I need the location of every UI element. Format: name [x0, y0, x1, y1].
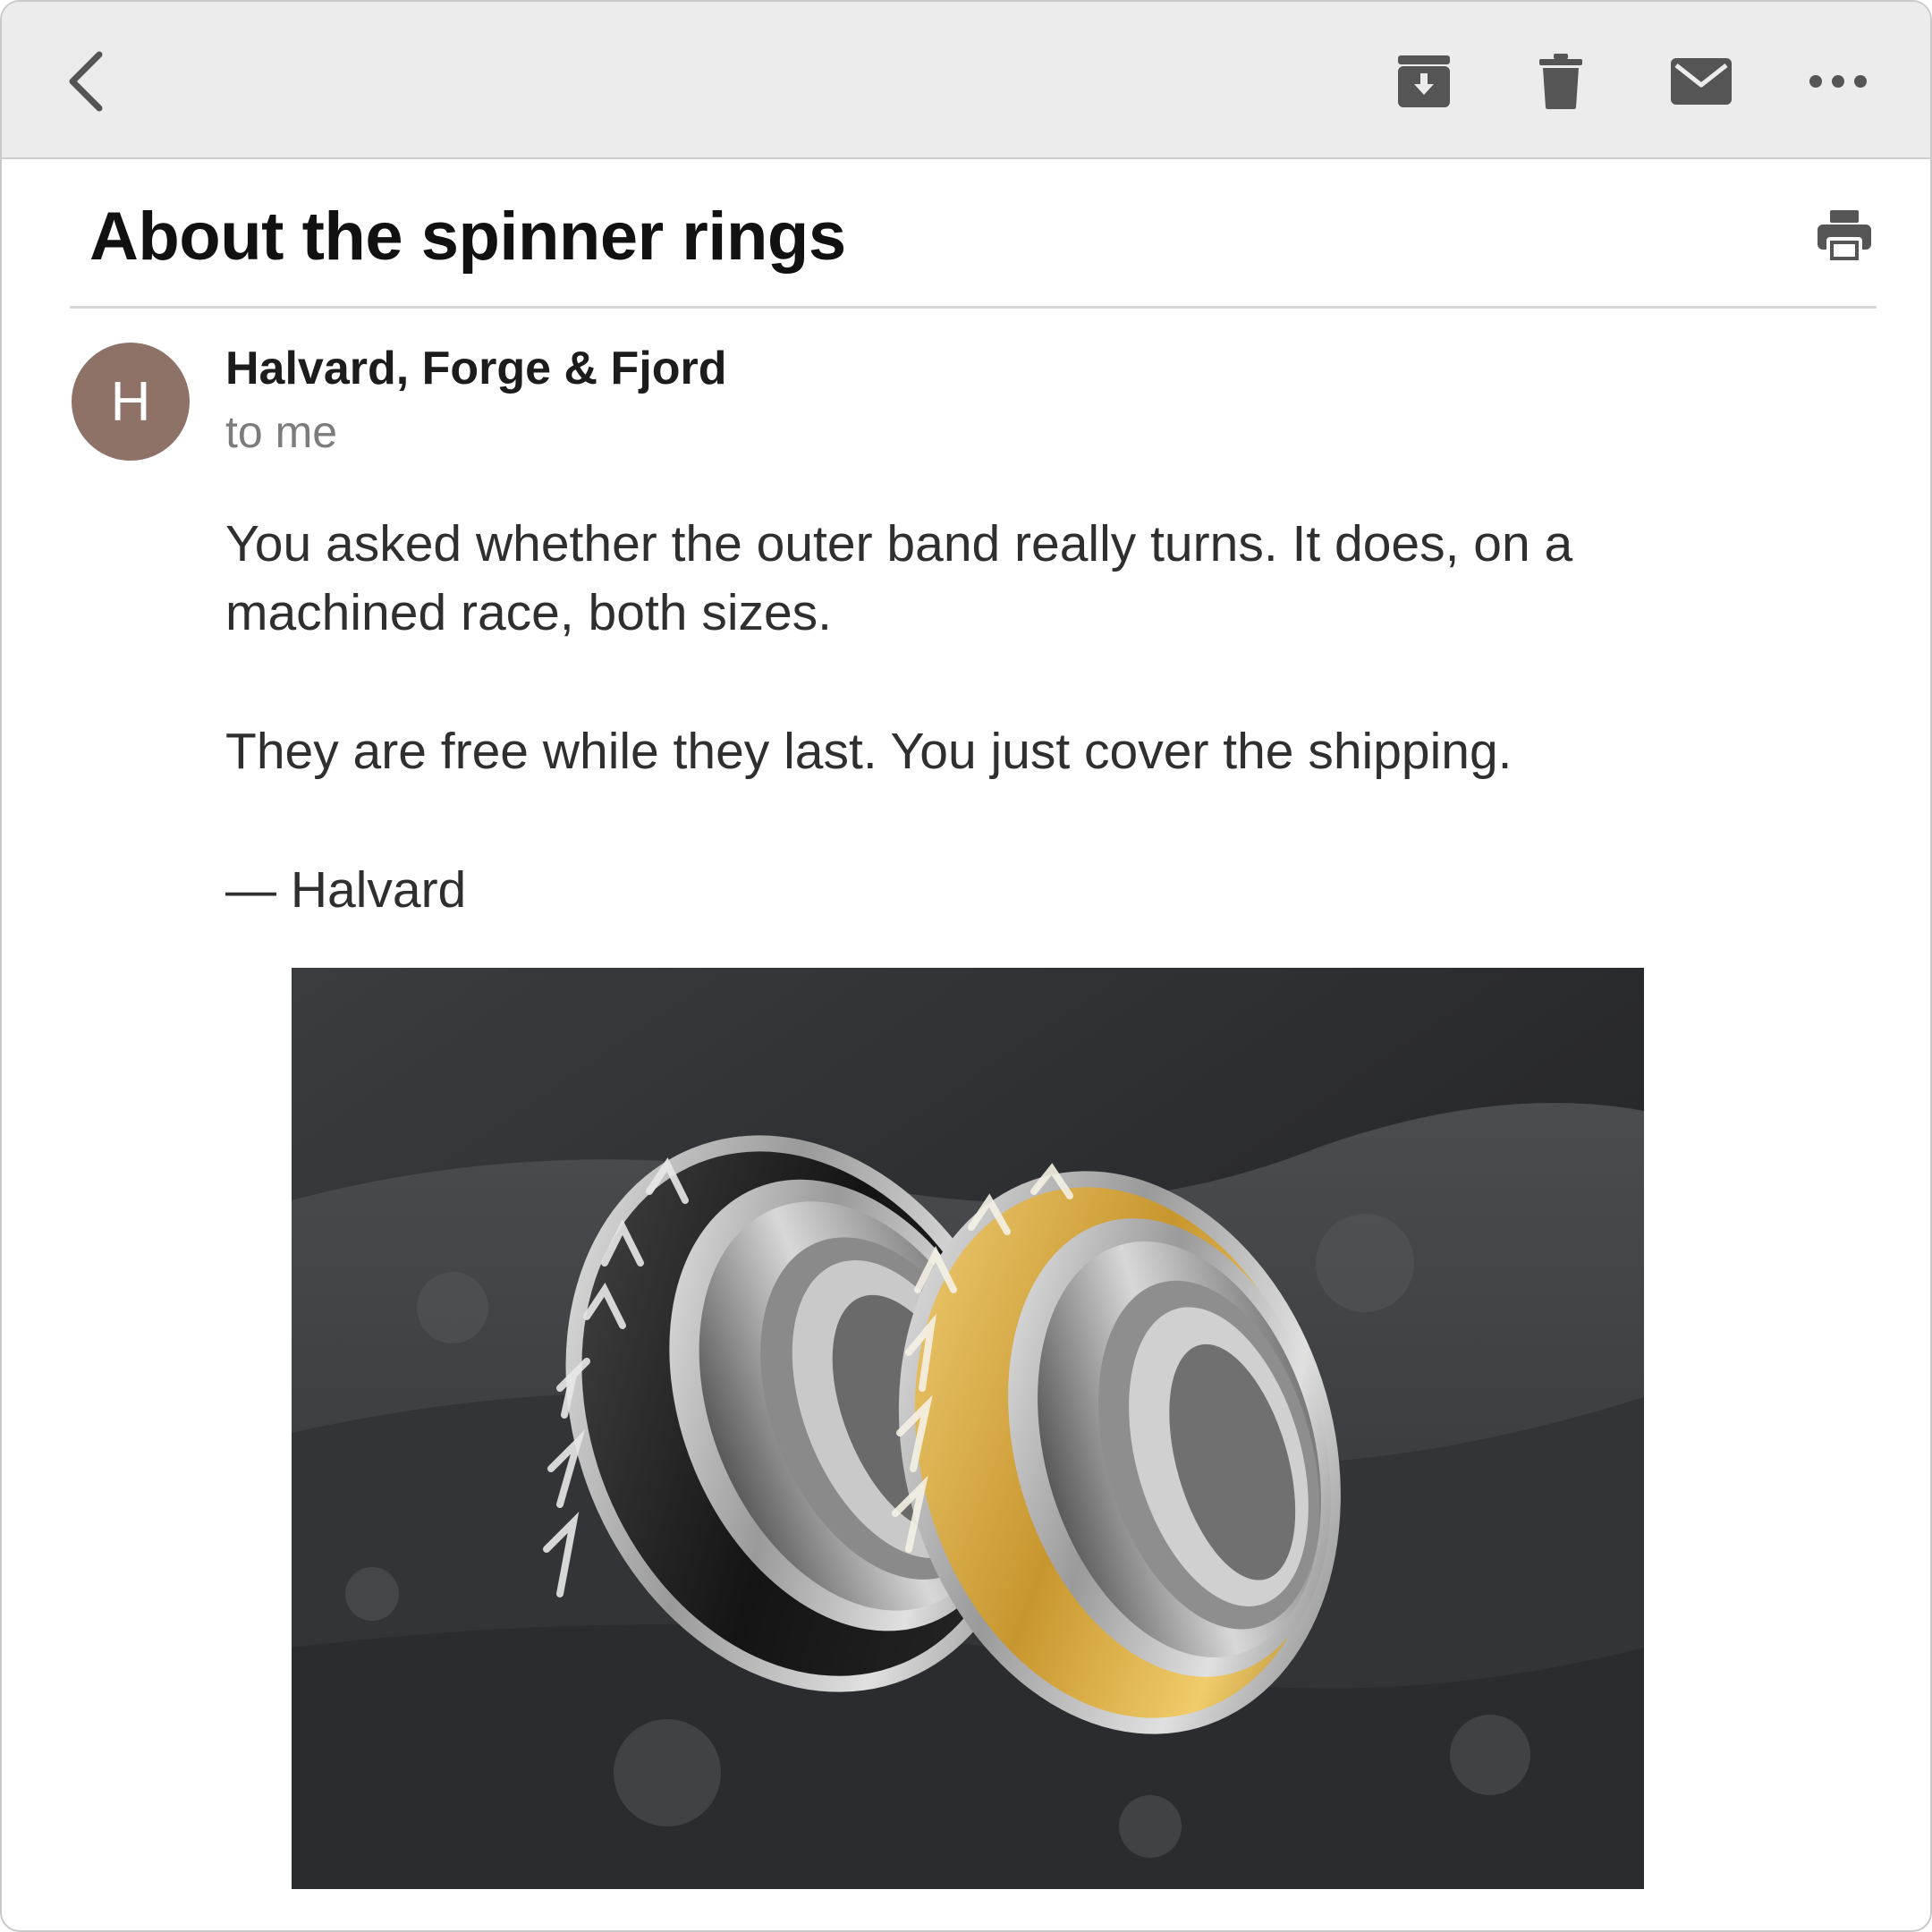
body-paragraph: They are free while they last. You just … [225, 723, 1513, 780]
delete-button[interactable] [1521, 41, 1601, 122]
avatar[interactable]: H [72, 343, 190, 461]
header-divider [70, 306, 1877, 309]
recipient-line[interactable]: to me [225, 406, 337, 458]
print-icon [1818, 210, 1871, 264]
more-button[interactable] [1798, 41, 1878, 122]
spinner-rings-photo [292, 968, 1644, 1889]
body-paragraph: You asked whether the outer band really … [225, 515, 1573, 641]
avatar-initial: H [110, 370, 151, 433]
back-button[interactable] [47, 41, 127, 122]
more-icon [1809, 75, 1867, 88]
mail-icon [1671, 58, 1732, 105]
toolbar [2, 2, 1930, 159]
back-icon [69, 51, 103, 112]
email-window: About the spinner rings H Halvard, Forge… [0, 0, 1932, 1932]
archive-icon [1398, 55, 1450, 107]
email-subject: About the spinner rings [89, 199, 846, 275]
signature: — Halvard [225, 861, 467, 919]
mark-unread-button[interactable] [1661, 41, 1741, 122]
sender-name[interactable]: Halvard, Forge & Fjord [225, 342, 727, 395]
attached-photo[interactable] [292, 968, 1644, 1889]
trash-icon [1539, 54, 1582, 109]
archive-button[interactable] [1384, 41, 1464, 122]
print-button[interactable] [1809, 200, 1880, 272]
